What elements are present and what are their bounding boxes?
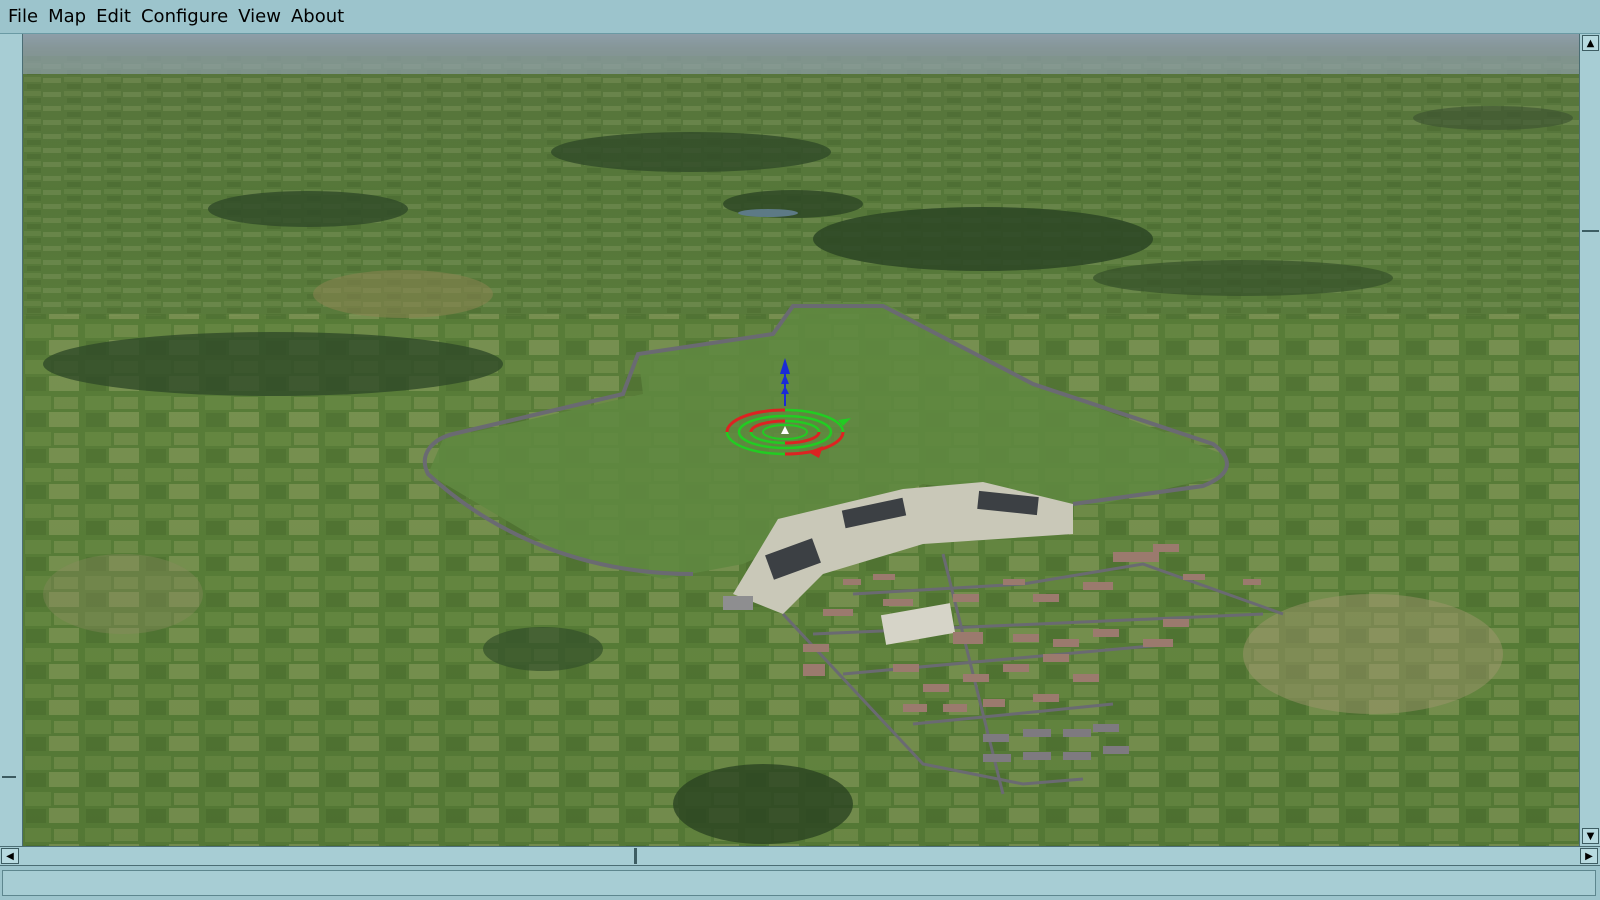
- menu-edit[interactable]: Edit: [92, 2, 135, 32]
- terrain-render: [23, 34, 1579, 846]
- menu-configure[interactable]: Configure: [137, 2, 232, 32]
- scenery-viewport[interactable]: [23, 34, 1579, 846]
- status-bar: [0, 866, 1600, 900]
- arrow-left-icon[interactable]: ◀: [1, 848, 19, 864]
- arrow-down-icon[interactable]: ▼: [1582, 828, 1599, 844]
- horizontal-scroll-thumb[interactable]: [634, 848, 637, 864]
- gutter-marker: [2, 776, 16, 778]
- left-gutter: [0, 34, 23, 846]
- arrow-right-icon[interactable]: ▶: [1580, 848, 1598, 864]
- menu-map[interactable]: Map: [44, 2, 90, 32]
- vertical-scrollbar[interactable]: ▲ ▼: [1579, 34, 1600, 846]
- menu-bar: File Map Edit Configure View About: [0, 0, 1600, 34]
- menu-file[interactable]: File: [4, 2, 42, 32]
- vertical-scroll-thumb[interactable]: [1582, 52, 1599, 232]
- menu-view[interactable]: View: [234, 2, 285, 32]
- horizontal-scrollbar[interactable]: ◀ ▶: [0, 846, 1600, 866]
- status-text: [2, 870, 1596, 896]
- arrow-up-icon[interactable]: ▲: [1582, 35, 1599, 51]
- menu-about[interactable]: About: [287, 2, 348, 32]
